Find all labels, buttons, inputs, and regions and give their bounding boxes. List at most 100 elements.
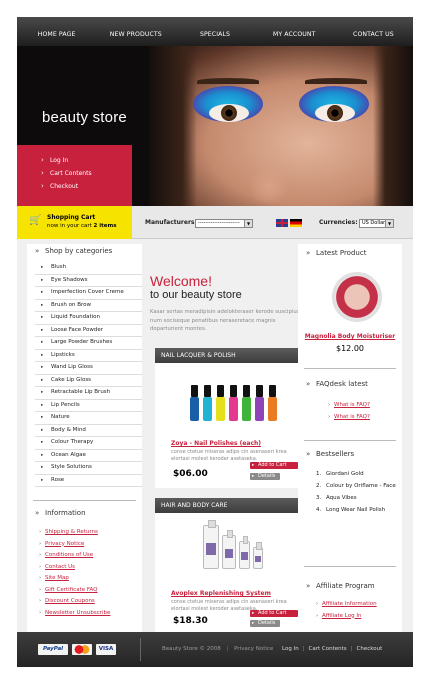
information-link[interactable]: Conditions of Use [39,550,142,562]
nav-my-account[interactable]: MY ACCOUNT [255,17,334,46]
category-item[interactable]: Body & Mind [35,425,142,437]
welcome-block: Welcome! to our beauty store Kasar serta… [150,244,300,334]
product-name-link[interactable]: Zoya - Nail Polishes (each) [155,440,310,447]
information-link[interactable]: Privacy Notice [39,539,142,551]
welcome-subheading: to our beauty store [150,289,242,301]
manufacturers-select[interactable]: ----------------------- ▼ [195,219,253,228]
affiliate-link[interactable]: Affiliate Log In [316,611,402,623]
quick-link-checkout[interactable]: Checkout [41,180,132,193]
hair-care-image[interactable] [155,513,310,583]
add-to-cart-button[interactable]: Add to Cart [250,462,298,469]
affiliate-link[interactable]: Affiliate Information [316,599,402,611]
store-brand: beauty store [42,109,127,126]
bestsellers-title: Bestsellers [298,447,402,462]
quick-link-login[interactable]: Log In [41,154,132,167]
category-item[interactable]: Blush [35,262,142,275]
right-column: Latest Product Magnolia Body Moisturiser… [298,244,402,633]
faq-link[interactable]: What is FAQ? [328,412,402,424]
information-link[interactable]: Gift Certificate FAQ [39,585,142,597]
product-name-link[interactable]: Avoplex Replenishing System [155,590,310,597]
bestseller-item[interactable]: 1. Giordani Gold [316,468,402,480]
category-item[interactable]: Cake Lip Gloss [35,375,142,387]
nav-contact-us[interactable]: CONTACT US [334,17,413,46]
chevron-down-icon: ▼ [244,220,252,227]
latest-product-price: $12.00 [336,344,364,353]
category-item[interactable]: Nature [35,412,142,425]
category-item[interactable]: Wand Lip Gloss [35,362,142,375]
category-item[interactable]: Lipsticks [35,350,142,362]
top-nav: HOME PAGE NEW PRODUCTS SPECIALS MY ACCOU… [17,17,413,46]
category-item[interactable]: Brush on Brow [35,300,142,312]
footer-link-login[interactable]: Log In [282,646,299,652]
currency-select[interactable]: US Dollar ▼ [359,219,394,228]
product-card: NAIL LACQUER & POLISH Zoya - Nail Polish… [155,348,310,488]
affiliate-title: Affiliate Program [298,579,402,594]
faq-link[interactable]: What is FAQ? [328,400,402,412]
category-item[interactable]: Imperfection Cover Creme [35,287,142,300]
nav-new-products[interactable]: NEW PRODUCTS [96,17,175,46]
section-header: NAIL LACQUER & POLISH [155,348,310,363]
store-shell: HOME PAGE NEW PRODUCTS SPECIALS MY ACCOU… [17,17,413,667]
category-item[interactable]: Lip Pencils [35,400,142,412]
footer: PayPal VISA Beauty Store © 2008 | Privac… [17,632,413,667]
information-title: Information [27,506,142,521]
shopping-cart-box[interactable]: 🛒 Shopping Cart now in your cart 2 items [17,206,132,239]
affiliate-list: Affiliate Information Affiliate Log In [316,599,402,623]
product-price: $06.00 [173,469,208,479]
category-item[interactable]: Ocean Algae [35,450,142,462]
information-link[interactable]: Shipping & Returns [39,527,142,539]
product-card: HAIR AND BODY CARE Avoplex Replenishing … [155,498,310,633]
quick-link-cart-contents[interactable]: Cart Contents [41,167,132,180]
welcome-heading: Welcome! [150,273,212,289]
category-item[interactable]: Rose [35,475,142,487]
quick-links-panel: Log In Cart Contents Checkout [17,145,132,206]
nail-polish-image[interactable] [155,363,310,433]
category-item[interactable]: Style Solutions [35,462,142,475]
faq-title: FAQdesk latest [298,377,402,392]
section-header: HAIR AND BODY CARE [155,498,310,513]
manufacturers-label: Manufacturers: [145,219,197,226]
categories-title: Shop by categories [27,244,142,259]
english-flag-icon[interactable] [276,219,288,227]
hero-face-image [149,46,413,223]
currencies-label: Currencies: [319,219,358,226]
details-button[interactable]: Details [250,620,280,627]
product-price: $18.30 [173,616,208,626]
information-link[interactable]: Site Map [39,573,142,585]
bestseller-item[interactable]: 4. Long Wear Nail Polish [316,504,402,516]
category-item[interactable]: Retractable Lip Brush [35,387,142,400]
category-item[interactable]: Liquid Foundation [35,312,142,325]
footer-copyright: Beauty Store © 2008 | Privacy Notice [162,646,274,652]
product-description: conse ctetue miseras adips cin asenaseri… [171,449,287,462]
bestseller-item[interactable]: 2. Colour by Oriflame - Face [316,480,402,492]
german-flag-icon[interactable] [290,219,302,227]
category-item[interactable]: Colour Therapy [35,437,142,450]
cart-title: Shopping Cart [47,214,96,221]
footer-privacy-link[interactable]: Privacy Notice [234,646,273,652]
paypal-logo: PayPal [38,644,68,655]
page: HOME PAGE NEW PRODUCTS SPECIALS MY ACCOU… [0,0,430,684]
category-item[interactable]: Loose Face Powder [35,325,142,337]
bestsellers-list: 1. Giordani Gold 2. Colour by Oriflame - Fa… [316,468,402,516]
visa-logo: VISA [96,644,116,655]
information-link[interactable]: Contact Us [39,562,142,574]
footer-links: Log In | Cart Contents | Checkout [282,646,383,652]
bestseller-item[interactable]: 3. Aqua Vibes [316,492,402,504]
details-button[interactable]: Details [250,473,280,480]
mastercard-logo [72,644,92,655]
add-to-cart-button[interactable]: Add to Cart [250,610,298,617]
information-link[interactable]: Discount Coupons [39,596,142,608]
category-item[interactable]: Eye Shadows [35,275,142,287]
footer-link-checkout[interactable]: Checkout [357,646,383,652]
latest-product-name[interactable]: Magnolia Body Moisturiser [298,333,402,340]
cart-status: now in your cart 2 items [47,223,117,229]
nav-specials[interactable]: SPECIALS [175,17,254,46]
nav-home[interactable]: HOME PAGE [17,17,96,46]
category-list: BlushEye ShadowsImperfection Cover Creme… [35,262,142,487]
information-link[interactable]: Newsletter Unsubscribe [39,608,142,620]
footer-link-cart-contents[interactable]: Cart Contents [309,646,347,652]
cart-bar: 🛒 Shopping Cart now in your cart 2 items… [17,206,413,239]
latest-product-title: Latest Product [298,246,402,261]
latest-product-image[interactable] [332,272,382,322]
category-item[interactable]: Large Powder Brushes [35,337,142,350]
